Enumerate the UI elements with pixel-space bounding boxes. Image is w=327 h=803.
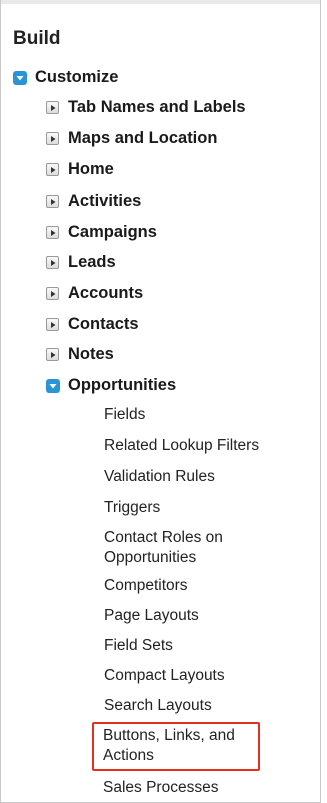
tree-node-notes[interactable]: Notes	[46, 345, 114, 364]
tree-node-maps-and-location[interactable]: Maps and Location	[46, 129, 217, 148]
tree-link-contact-roles-on-opportunities[interactable]: Contact Roles on Opportunities	[104, 528, 269, 568]
tree-link-sales-processes[interactable]: Sales Processes	[103, 778, 293, 798]
tree-link-fields[interactable]: Fields	[104, 405, 294, 425]
tree-node-home[interactable]: Home	[46, 160, 114, 179]
collapsed-toggle-icon[interactable]	[46, 226, 59, 239]
tree-node-campaigns[interactable]: Campaigns	[46, 223, 157, 242]
panel-top-edge	[1, 0, 320, 4]
tree-node-opportunities[interactable]: Opportunities	[46, 376, 176, 395]
tree-node-label: Customize	[35, 68, 119, 86]
tree-node-label: Accounts	[68, 284, 144, 302]
collapsed-toggle-icon[interactable]	[46, 287, 59, 300]
tree-link-triggers[interactable]: Triggers	[104, 498, 294, 518]
tree-link-page-layouts[interactable]: Page Layouts	[104, 606, 294, 626]
tree-node-leads[interactable]: Leads	[46, 253, 116, 272]
tree-node-label: Home	[68, 160, 114, 178]
tree-link-compact-layouts[interactable]: Compact Layouts	[104, 666, 294, 686]
tree-node-label: Campaigns	[68, 223, 157, 241]
collapsed-toggle-icon[interactable]	[46, 132, 59, 145]
tree-node-label: Leads	[68, 253, 116, 271]
tree-node-label: Notes	[68, 345, 114, 363]
tree-node-label: Opportunities	[68, 376, 177, 394]
collapsed-toggle-icon[interactable]	[46, 348, 59, 361]
tree-node-accounts[interactable]: Accounts	[46, 284, 143, 303]
tree-node-activities[interactable]: Activities	[46, 192, 141, 211]
tree-link-buttons-links-and-actions[interactable]: Buttons, Links, and Actions	[103, 726, 263, 766]
collapsed-toggle-icon[interactable]	[46, 318, 59, 331]
tree-node-label: Maps and Location	[68, 129, 218, 147]
tree-link-competitors[interactable]: Competitors	[104, 576, 294, 596]
tree-node-contacts[interactable]: Contacts	[46, 315, 139, 334]
tree-link-field-sets[interactable]: Field Sets	[104, 636, 294, 656]
expanded-toggle-icon[interactable]	[46, 378, 60, 393]
tree-node-label: Activities	[68, 192, 142, 210]
section-title-build: Build	[13, 28, 61, 49]
expanded-toggle-icon[interactable]	[13, 70, 27, 85]
build-setup-tree-panel: Build Customize Tab Names and Labels Map…	[0, 0, 321, 803]
tree-node-tab-names-and-labels[interactable]: Tab Names and Labels	[46, 98, 246, 117]
tree-node-label: Tab Names and Labels	[68, 98, 246, 116]
collapsed-toggle-icon[interactable]	[46, 256, 59, 269]
tree-link-search-layouts[interactable]: Search Layouts	[104, 696, 294, 716]
tree-node-customize[interactable]: Customize	[13, 68, 118, 87]
collapsed-toggle-icon[interactable]	[46, 195, 59, 208]
tree-link-related-lookup-filters[interactable]: Related Lookup Filters	[104, 436, 294, 456]
collapsed-toggle-icon[interactable]	[46, 163, 59, 176]
collapsed-toggle-icon[interactable]	[46, 101, 59, 114]
tree-link-validation-rules[interactable]: Validation Rules	[104, 467, 294, 487]
tree-node-label: Contacts	[68, 315, 139, 333]
